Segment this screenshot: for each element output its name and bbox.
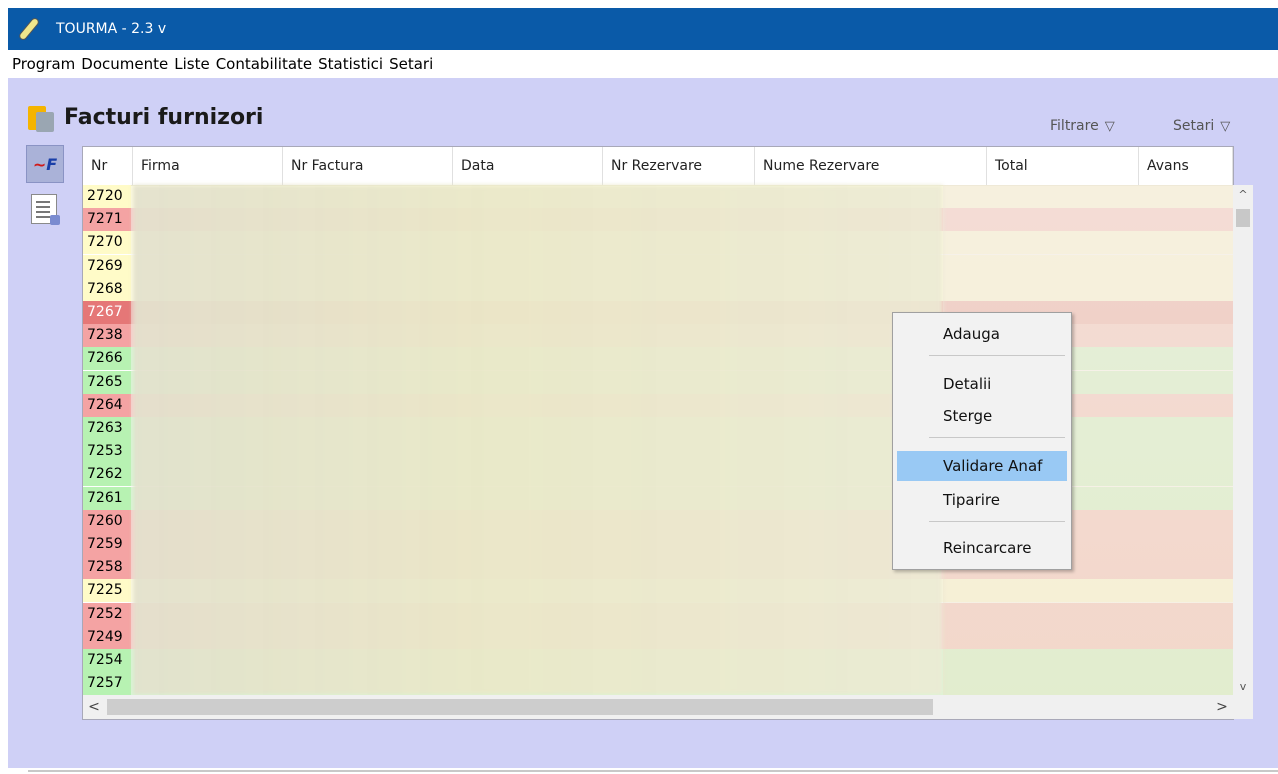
blurred-content bbox=[133, 185, 943, 695]
row-nr-cell: 7269 bbox=[83, 254, 131, 278]
settings-button[interactable]: Setari ▽ bbox=[1173, 118, 1230, 134]
menu-item-tiparire[interactable]: Tiparire bbox=[897, 485, 1067, 515]
filter-button[interactable]: Filtrare ▽ bbox=[1050, 118, 1115, 134]
main-panel: Facturi furnizori Filtrare ▽ Setari ▽ ~F N… bbox=[8, 78, 1278, 768]
scroll-left-icon[interactable]: < bbox=[83, 695, 105, 719]
vertical-scroll-thumb[interactable] bbox=[1236, 209, 1250, 227]
column-header-data[interactable]: Data bbox=[453, 147, 603, 185]
side-toolbar: ~F bbox=[26, 145, 68, 235]
status-divider bbox=[28, 770, 1278, 772]
page-title: Facturi furnizori bbox=[64, 104, 264, 130]
menu-item-reincarcare[interactable]: Reincarcare bbox=[897, 533, 1067, 563]
scroll-up-icon[interactable]: ^ bbox=[1233, 185, 1253, 205]
row-nr-cell: 7263 bbox=[83, 417, 131, 440]
row-nr-cell: 7262 bbox=[83, 463, 131, 487]
vertical-scrollbar[interactable]: ^ v bbox=[1233, 185, 1253, 719]
row-nr-cell: 7249 bbox=[83, 625, 131, 649]
menu-item-sterge[interactable]: Sterge bbox=[897, 401, 1067, 431]
menu-item-validare-anaf[interactable]: Validare Anaf bbox=[897, 451, 1067, 481]
row-nr-cell: 7268 bbox=[83, 277, 131, 301]
row-nr-cell: 7254 bbox=[83, 649, 131, 672]
folder-icon bbox=[26, 102, 56, 132]
filter-label: Filtrare bbox=[1050, 118, 1099, 134]
row-nr-cell: 7260 bbox=[83, 509, 131, 533]
menu-separator bbox=[929, 521, 1065, 522]
row-nr-cell: 7271 bbox=[83, 208, 131, 232]
menu-bar: Program Documente Liste Contabilitate St… bbox=[8, 50, 1278, 78]
row-nr-cell: 7270 bbox=[83, 231, 131, 255]
menu-documente[interactable]: Documente bbox=[78, 55, 171, 73]
row-nr-cell: 7265 bbox=[83, 370, 131, 394]
column-header-firma[interactable]: Firma bbox=[133, 147, 283, 185]
table-header: Nr Firma Nr Factura Data Nr Rezervare Nu… bbox=[83, 147, 1233, 186]
anaf-tool-button[interactable]: ~F bbox=[26, 145, 64, 183]
feather-pen-icon bbox=[18, 15, 50, 43]
chevron-down-icon: ▽ bbox=[1104, 119, 1115, 134]
row-nr-cell: 7259 bbox=[83, 533, 131, 556]
scroll-down-icon[interactable]: v bbox=[1233, 677, 1253, 697]
anaf-logo-icon: ~F bbox=[32, 154, 58, 174]
menu-program[interactable]: Program bbox=[8, 55, 78, 73]
menu-separator bbox=[929, 437, 1065, 438]
settings-label: Setari bbox=[1173, 118, 1215, 134]
row-nr-cell: 7258 bbox=[83, 556, 131, 580]
page-heading: Facturi furnizori bbox=[26, 102, 263, 132]
document-tool-button[interactable] bbox=[26, 191, 62, 227]
row-nr-cell: 7267 bbox=[83, 301, 131, 324]
row-nr-cell: 7261 bbox=[83, 486, 131, 510]
row-nr-cell: 7225 bbox=[83, 579, 131, 603]
row-nr-cell: 7264 bbox=[83, 393, 131, 417]
column-header-nume-rezervare[interactable]: Nume Rezervare bbox=[755, 147, 987, 185]
column-header-nr-factura[interactable]: Nr Factura bbox=[283, 147, 453, 185]
column-header-nr[interactable]: Nr bbox=[83, 147, 133, 185]
menu-setari[interactable]: Setari bbox=[386, 55, 436, 73]
context-menu: Adauga Detalii Sterge Validare Anaf Tipa… bbox=[892, 312, 1072, 570]
title-bar: TOURMA - 2.3 v bbox=[8, 8, 1278, 50]
menu-item-adauga[interactable]: Adauga bbox=[897, 319, 1067, 349]
chevron-down-icon: ▽ bbox=[1220, 119, 1231, 134]
row-nr-cell: 2720 bbox=[83, 185, 131, 208]
horizontal-scrollbar[interactable]: < > bbox=[83, 695, 1233, 719]
horizontal-scroll-thumb[interactable] bbox=[107, 699, 933, 715]
menu-statistici[interactable]: Statistici bbox=[315, 55, 386, 73]
menu-item-detalii[interactable]: Detalii bbox=[897, 369, 1067, 399]
row-nr-cell: 7252 bbox=[83, 602, 131, 626]
row-nr-cell: 7257 bbox=[83, 672, 131, 695]
column-header-avans[interactable]: Avans bbox=[1139, 147, 1233, 185]
document-edit-icon bbox=[31, 194, 60, 225]
column-header-total[interactable]: Total bbox=[987, 147, 1139, 185]
row-nr-cell: 7238 bbox=[83, 324, 131, 348]
row-nr-cell: 7266 bbox=[83, 347, 131, 371]
row-nr-cell: 7253 bbox=[83, 440, 131, 464]
menu-separator bbox=[929, 355, 1065, 356]
column-header-nr-rezervare[interactable]: Nr Rezervare bbox=[603, 147, 755, 185]
menu-contabilitate[interactable]: Contabilitate bbox=[213, 55, 315, 73]
window-title: TOURMA - 2.3 v bbox=[56, 21, 167, 37]
scroll-right-icon[interactable]: > bbox=[1211, 695, 1233, 719]
menu-liste[interactable]: Liste bbox=[171, 55, 212, 73]
